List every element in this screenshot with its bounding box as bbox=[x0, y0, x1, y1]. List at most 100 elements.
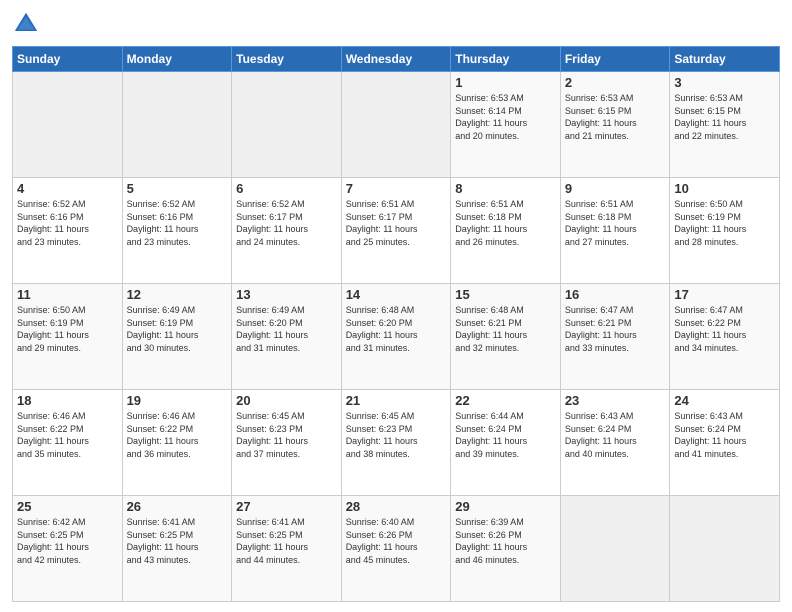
day-info: Sunrise: 6:52 AM Sunset: 6:16 PM Dayligh… bbox=[17, 198, 118, 248]
day-number: 6 bbox=[236, 181, 337, 196]
day-of-week-header: Saturday bbox=[670, 47, 780, 72]
calendar-day-cell: 21 Sunrise: 6:45 AM Sunset: 6:23 PM Dayli… bbox=[341, 390, 451, 496]
calendar-day-cell: 25Sunrise: 6:42 AM Sunset: 6:25 PM Dayli… bbox=[13, 496, 123, 602]
day-number: 1 bbox=[455, 75, 556, 90]
day-number: 29 bbox=[455, 499, 556, 514]
day-number: 24 bbox=[674, 393, 775, 408]
day-info: Sunrise: 6:43 AM Sunset: 6:24 PM Dayligh… bbox=[565, 410, 666, 460]
calendar-day-cell: 8 Sunrise: 6:51 AM Sunset: 6:18 PM Daylig… bbox=[451, 178, 561, 284]
day-number: 26 bbox=[127, 499, 228, 514]
calendar-day-cell: 20Sunrise: 6:45 AM Sunset: 6:23 PM Dayli… bbox=[232, 390, 342, 496]
day-number: 27 bbox=[236, 499, 337, 514]
calendar-week-row: 4 Sunrise: 6:52 AM Sunset: 6:16 PM Daylig… bbox=[13, 178, 780, 284]
day-info: Sunrise: 6:51 AM Sunset: 6:17 PM Dayligh… bbox=[346, 198, 447, 248]
day-info: Sunrise: 6:47 AM Sunset: 6:22 PM Dayligh… bbox=[674, 304, 775, 354]
day-info: Sunrise: 6:53 AM Sunset: 6:15 PM Dayligh… bbox=[674, 92, 775, 142]
day-of-week-header: Sunday bbox=[13, 47, 123, 72]
calendar-week-row: 11 Sunrise: 6:50 AM Sunset: 6:19 PM Dayli… bbox=[13, 284, 780, 390]
day-info: Sunrise: 6:44 AM Sunset: 6:24 PM Dayligh… bbox=[455, 410, 556, 460]
calendar-day-cell bbox=[13, 72, 123, 178]
day-number: 22 bbox=[455, 393, 556, 408]
day-info: Sunrise: 6:41 AM Sunset: 6:25 PM Dayligh… bbox=[127, 516, 228, 566]
day-number: 10 bbox=[674, 181, 775, 196]
page: SundayMondayTuesdayWednesdayThursdayFrid… bbox=[0, 0, 792, 612]
calendar-day-cell: 1 Sunrise: 6:53 AM Sunset: 6:14 PM Daylig… bbox=[451, 72, 561, 178]
day-of-week-header: Thursday bbox=[451, 47, 561, 72]
calendar-day-cell: 2Sunrise: 6:53 AM Sunset: 6:15 PM Daylig… bbox=[560, 72, 670, 178]
calendar-table: SundayMondayTuesdayWednesdayThursdayFrid… bbox=[12, 46, 780, 602]
day-info: Sunrise: 6:47 AM Sunset: 6:21 PM Dayligh… bbox=[565, 304, 666, 354]
day-number: 16 bbox=[565, 287, 666, 302]
calendar-day-cell bbox=[122, 72, 232, 178]
calendar-day-cell: 4 Sunrise: 6:52 AM Sunset: 6:16 PM Daylig… bbox=[13, 178, 123, 284]
calendar-day-cell: 12 Sunrise: 6:49 AM Sunset: 6:19 PM Dayli… bbox=[122, 284, 232, 390]
day-info: Sunrise: 6:50 AM Sunset: 6:19 PM Dayligh… bbox=[17, 304, 118, 354]
day-info: Sunrise: 6:46 AM Sunset: 6:22 PM Dayligh… bbox=[17, 410, 118, 460]
day-info: Sunrise: 6:52 AM Sunset: 6:17 PM Dayligh… bbox=[236, 198, 337, 248]
day-number: 23 bbox=[565, 393, 666, 408]
calendar-day-cell: 3 Sunrise: 6:53 AM Sunset: 6:15 PM Daylig… bbox=[670, 72, 780, 178]
day-info: Sunrise: 6:53 AM Sunset: 6:14 PM Dayligh… bbox=[455, 92, 556, 142]
day-number: 9 bbox=[565, 181, 666, 196]
day-info: Sunrise: 6:49 AM Sunset: 6:19 PM Dayligh… bbox=[127, 304, 228, 354]
calendar-day-cell: 23 Sunrise: 6:43 AM Sunset: 6:24 PM Dayli… bbox=[560, 390, 670, 496]
day-number: 8 bbox=[455, 181, 556, 196]
day-number: 15 bbox=[455, 287, 556, 302]
day-of-week-header: Wednesday bbox=[341, 47, 451, 72]
day-of-week-header: Friday bbox=[560, 47, 670, 72]
day-of-week-header: Tuesday bbox=[232, 47, 342, 72]
day-number: 21 bbox=[346, 393, 447, 408]
day-number: 3 bbox=[674, 75, 775, 90]
day-info: Sunrise: 6:48 AM Sunset: 6:20 PM Dayligh… bbox=[346, 304, 447, 354]
day-number: 14 bbox=[346, 287, 447, 302]
day-number: 4 bbox=[17, 181, 118, 196]
calendar-week-row: 1 Sunrise: 6:53 AM Sunset: 6:14 PM Daylig… bbox=[13, 72, 780, 178]
calendar-day-cell: 5 Sunrise: 6:52 AM Sunset: 6:16 PM Daylig… bbox=[122, 178, 232, 284]
header bbox=[12, 10, 780, 38]
calendar-day-cell bbox=[232, 72, 342, 178]
day-number: 11 bbox=[17, 287, 118, 302]
logo-icon bbox=[12, 10, 40, 38]
calendar-body: 1 Sunrise: 6:53 AM Sunset: 6:14 PM Daylig… bbox=[13, 72, 780, 602]
day-number: 5 bbox=[127, 181, 228, 196]
day-info: Sunrise: 6:41 AM Sunset: 6:25 PM Dayligh… bbox=[236, 516, 337, 566]
day-info: Sunrise: 6:42 AM Sunset: 6:25 PM Dayligh… bbox=[17, 516, 118, 566]
calendar-day-cell: 7 Sunrise: 6:51 AM Sunset: 6:17 PM Daylig… bbox=[341, 178, 451, 284]
calendar-day-cell bbox=[670, 496, 780, 602]
calendar-day-cell: 10 Sunrise: 6:50 AM Sunset: 6:19 PM Dayli… bbox=[670, 178, 780, 284]
calendar-week-row: 18 Sunrise: 6:46 AM Sunset: 6:22 PM Dayli… bbox=[13, 390, 780, 496]
day-number: 19 bbox=[127, 393, 228, 408]
calendar-week-row: 25Sunrise: 6:42 AM Sunset: 6:25 PM Dayli… bbox=[13, 496, 780, 602]
day-info: Sunrise: 6:50 AM Sunset: 6:19 PM Dayligh… bbox=[674, 198, 775, 248]
day-info: Sunrise: 6:52 AM Sunset: 6:16 PM Dayligh… bbox=[127, 198, 228, 248]
day-of-week-header: Monday bbox=[122, 47, 232, 72]
calendar-day-cell: 14 Sunrise: 6:48 AM Sunset: 6:20 PM Dayli… bbox=[341, 284, 451, 390]
calendar-day-cell: 29Sunrise: 6:39 AM Sunset: 6:26 PM Dayli… bbox=[451, 496, 561, 602]
calendar-day-cell: 17Sunrise: 6:47 AM Sunset: 6:22 PM Dayli… bbox=[670, 284, 780, 390]
logo-area bbox=[12, 10, 44, 38]
calendar-header: SundayMondayTuesdayWednesdayThursdayFrid… bbox=[13, 47, 780, 72]
calendar-day-cell: 27 Sunrise: 6:41 AM Sunset: 6:25 PM Dayli… bbox=[232, 496, 342, 602]
calendar-day-cell: 24 Sunrise: 6:43 AM Sunset: 6:24 PM Dayli… bbox=[670, 390, 780, 496]
day-number: 18 bbox=[17, 393, 118, 408]
calendar-day-cell: 18 Sunrise: 6:46 AM Sunset: 6:22 PM Dayli… bbox=[13, 390, 123, 496]
calendar-day-cell: 13Sunrise: 6:49 AM Sunset: 6:20 PM Dayli… bbox=[232, 284, 342, 390]
calendar-day-cell: 9Sunrise: 6:51 AM Sunset: 6:18 PM Daylig… bbox=[560, 178, 670, 284]
calendar-day-cell bbox=[341, 72, 451, 178]
day-info: Sunrise: 6:45 AM Sunset: 6:23 PM Dayligh… bbox=[236, 410, 337, 460]
calendar-day-cell: 11 Sunrise: 6:50 AM Sunset: 6:19 PM Dayli… bbox=[13, 284, 123, 390]
day-info: Sunrise: 6:43 AM Sunset: 6:24 PM Dayligh… bbox=[674, 410, 775, 460]
calendar-day-cell: 26 Sunrise: 6:41 AM Sunset: 6:25 PM Dayli… bbox=[122, 496, 232, 602]
calendar-day-cell: 16 Sunrise: 6:47 AM Sunset: 6:21 PM Dayli… bbox=[560, 284, 670, 390]
day-number: 7 bbox=[346, 181, 447, 196]
day-info: Sunrise: 6:46 AM Sunset: 6:22 PM Dayligh… bbox=[127, 410, 228, 460]
calendar-day-cell bbox=[560, 496, 670, 602]
calendar-day-cell: 28Sunrise: 6:40 AM Sunset: 6:26 PM Dayli… bbox=[341, 496, 451, 602]
day-number: 12 bbox=[127, 287, 228, 302]
day-info: Sunrise: 6:53 AM Sunset: 6:15 PM Dayligh… bbox=[565, 92, 666, 142]
day-info: Sunrise: 6:45 AM Sunset: 6:23 PM Dayligh… bbox=[346, 410, 447, 460]
day-info: Sunrise: 6:51 AM Sunset: 6:18 PM Dayligh… bbox=[455, 198, 556, 248]
day-number: 28 bbox=[346, 499, 447, 514]
calendar-day-cell: 6 Sunrise: 6:52 AM Sunset: 6:17 PM Daylig… bbox=[232, 178, 342, 284]
days-of-week-row: SundayMondayTuesdayWednesdayThursdayFrid… bbox=[13, 47, 780, 72]
